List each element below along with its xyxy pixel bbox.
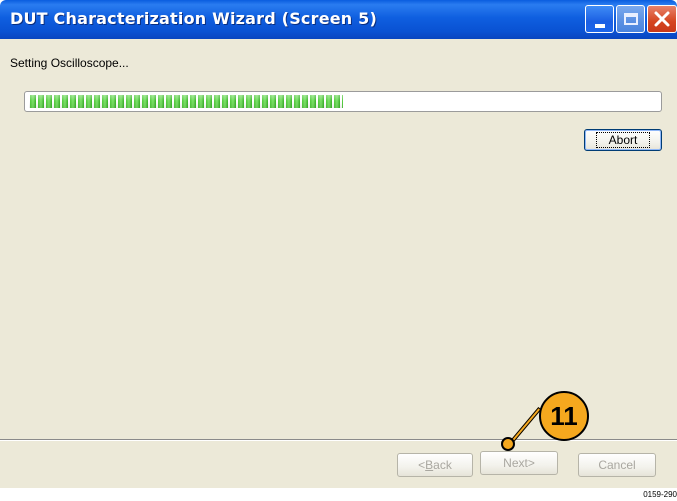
next-button[interactable]: Next>	[480, 451, 558, 475]
wizard-body: Setting Oscilloscope... Abort <Back Next…	[0, 39, 677, 488]
cancel-button[interactable]: Cancel	[578, 453, 656, 477]
callout-pointer-dot	[501, 437, 515, 451]
abort-button[interactable]: Abort	[584, 129, 662, 151]
figure-code: 0159-290	[643, 490, 677, 499]
back-label: <Back	[418, 458, 452, 472]
step-callout-number: 11	[550, 400, 578, 431]
progress-fill	[29, 95, 343, 108]
title-bar[interactable]: DUT Characterization Wizard (Screen 5)	[0, 0, 677, 39]
minimize-button[interactable]	[585, 5, 614, 33]
footer-divider-highlight	[0, 440, 677, 441]
abort-label: Abort	[595, 132, 651, 148]
back-button[interactable]: <Back	[397, 453, 473, 477]
cancel-label: Cancel	[598, 458, 636, 472]
minimize-icon	[594, 24, 605, 28]
window-title: DUT Characterization Wizard (Screen 5)	[10, 9, 378, 28]
status-text: Setting Oscilloscope...	[10, 56, 129, 70]
maximize-icon	[623, 13, 638, 25]
maximize-button[interactable]	[616, 5, 645, 33]
next-label: Next>	[503, 456, 535, 470]
close-icon	[654, 11, 670, 27]
close-button[interactable]	[647, 5, 677, 33]
progress-bar	[24, 91, 662, 112]
wizard-window: DUT Characterization Wizard (Screen 5) S…	[0, 0, 677, 488]
step-callout: 11	[539, 391, 589, 441]
